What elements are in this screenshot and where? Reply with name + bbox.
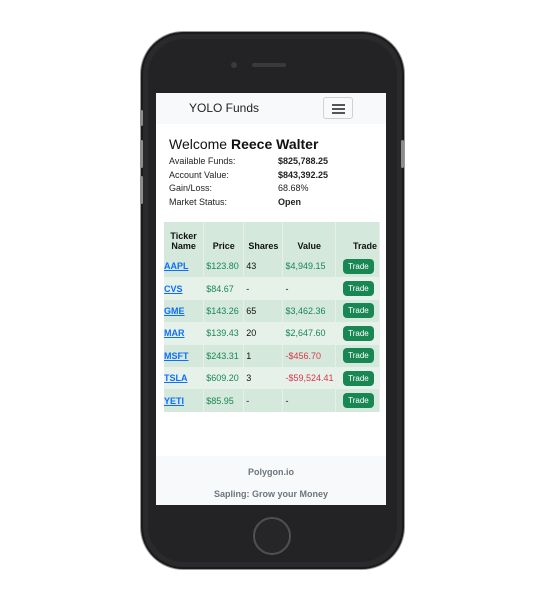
trade-button[interactable]: Trade (343, 325, 374, 341)
phone-speaker (252, 63, 286, 67)
portfolio-table: Ticker Name Price Shares Value Trade AAP… (164, 222, 380, 412)
table-row: YETI $85.95 - - Trade (164, 389, 380, 412)
account-row: Account Value: $843,392.25 (169, 170, 369, 184)
account-label: Gain/Loss: (169, 183, 213, 194)
trade-button[interactable]: Trade (343, 281, 374, 297)
trade-button[interactable]: Trade (343, 348, 374, 364)
price-cell: $609.20 (203, 366, 245, 390)
footer: Polygon.io Sapling: Grow your Money (156, 456, 386, 505)
account-row: Gain/Loss: 68.68% (169, 183, 369, 197)
shares-cell: 3 (243, 366, 284, 390)
shares-cell: - (243, 277, 284, 300)
price-cell: $243.31 (203, 344, 245, 367)
phone-volume-down-button (140, 176, 143, 204)
market-status-value: Open (278, 196, 302, 207)
shares-cell: 1 (243, 344, 284, 367)
header-value: Value (282, 222, 337, 255)
hamburger-menu-icon[interactable] (323, 97, 353, 119)
account-summary: Available Funds: $825,788.25 Account Val… (169, 156, 369, 210)
welcome-prefix: Welcome (169, 136, 228, 152)
value-cell: $3,462.36 (282, 299, 337, 323)
header-shares: Shares (243, 222, 284, 255)
table-header-row: Ticker Name Price Shares Value Trade (164, 222, 380, 255)
trade-button[interactable]: Trade (343, 370, 374, 386)
navbar: YOLO Funds (156, 93, 386, 124)
ticker-link[interactable]: CVS (164, 284, 183, 294)
value-cell: -$456.70 (282, 344, 337, 367)
phone-volume-up-button (140, 140, 143, 168)
value-cell: - (282, 277, 337, 300)
table-row: MSFT $243.31 1 -$456.70 Trade (164, 344, 380, 367)
table-row: AAPL $123.80 43 $4,949.15 Trade (164, 255, 380, 278)
table-row: MAR $139.43 20 $2,647.60 Trade (164, 322, 380, 345)
portfolio-table-container: Ticker Name Price Shares Value Trade AAP… (164, 222, 386, 412)
account-label: Account Value: (169, 169, 229, 180)
header-ticker: Ticker Name (164, 222, 205, 255)
account-label: Available Funds: (169, 156, 236, 166)
trade-button[interactable]: Trade (343, 258, 374, 274)
table-row: TSLA $609.20 3 -$59,524.41 Trade (164, 366, 380, 390)
ticker-link[interactable]: MAR (164, 328, 185, 338)
ticker-link[interactable]: TSLA (164, 373, 188, 383)
account-label: Market Status: (169, 196, 228, 207)
value-cell: $4,949.15 (282, 255, 337, 278)
brand-link[interactable]: YOLO Funds (189, 101, 259, 115)
ticker-link[interactable]: AAPL (164, 261, 189, 271)
header-trade: Trade (335, 222, 380, 255)
account-value: $843,392.25 (278, 169, 329, 180)
table-row: CVS $84.67 - - Trade (164, 277, 380, 300)
price-cell: $84.67 (203, 277, 245, 300)
value-cell: - (282, 389, 337, 412)
price-cell: $139.43 (203, 322, 245, 345)
welcome-heading: Welcome Reece Walter (169, 136, 318, 152)
footer-tagline: Sapling: Grow your Money (213, 489, 328, 499)
ticker-link[interactable]: YETI (164, 396, 184, 406)
ticker-link[interactable]: MSFT (164, 351, 189, 361)
phone-power-button (401, 140, 404, 168)
account-row: Market Status: Open (169, 197, 369, 211)
app-screen: YOLO Funds Welcome Reece Walter Availabl… (156, 93, 386, 505)
price-cell: $143.26 (203, 299, 245, 323)
shares-cell: 20 (243, 322, 284, 345)
price-cell: $123.80 (203, 255, 245, 278)
phone-home-button[interactable] (253, 517, 291, 555)
table-row: GME $143.26 65 $3,462.36 Trade (164, 299, 380, 323)
shares-cell: 43 (243, 255, 284, 278)
trade-button[interactable]: Trade (343, 303, 374, 319)
account-value: 68.68% (278, 183, 309, 194)
account-value: $825,788.25 (278, 156, 329, 166)
phone-side-button (140, 110, 143, 126)
header-price: Price (203, 222, 245, 255)
shares-cell: - (243, 389, 284, 412)
trade-button[interactable]: Trade (343, 393, 374, 409)
value-cell: $2,647.60 (282, 322, 337, 345)
price-cell: $85.95 (203, 389, 245, 412)
user-name: Reece Walter (230, 136, 319, 152)
shares-cell: 65 (243, 299, 284, 323)
ticker-link[interactable]: GME (164, 306, 185, 316)
phone-camera (231, 62, 237, 68)
value-cell: -$59,524.41 (282, 366, 337, 390)
account-row: Available Funds: $825,788.25 (169, 156, 369, 170)
footer-polygon-link[interactable]: Polygon.io (156, 467, 386, 477)
